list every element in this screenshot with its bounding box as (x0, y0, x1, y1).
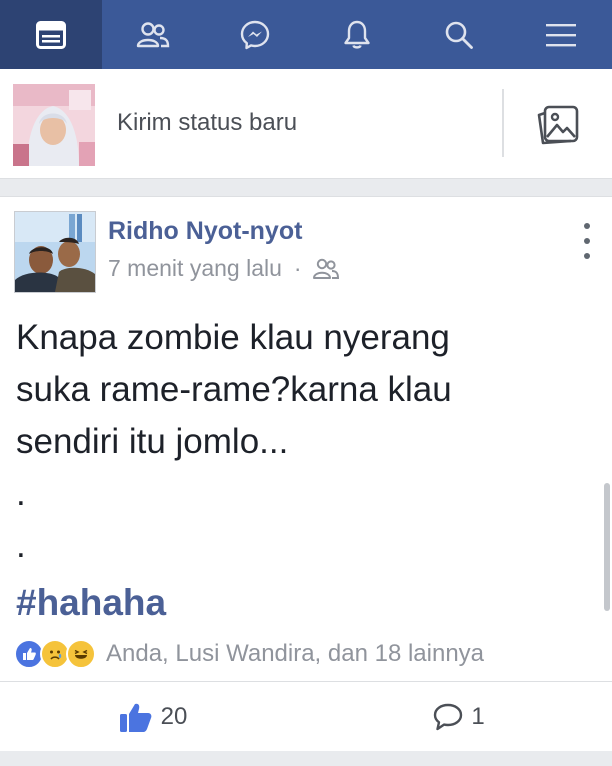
more-dot (584, 238, 590, 244)
more-dot (584, 223, 590, 229)
user-avatar[interactable] (13, 84, 95, 166)
photo-button[interactable] (533, 102, 583, 148)
search-icon (445, 21, 473, 49)
like-button[interactable]: 20 (0, 691, 306, 743)
author-avatar[interactable] (14, 211, 96, 293)
post-text-line: sendiri itu jomlo... (16, 422, 289, 461)
author-name[interactable]: Ridho Nyot-nyot (108, 217, 302, 246)
like-count: 20 (160, 703, 188, 730)
reaction-summary-text: Anda, Lusi Wandira, dan 18 lainnya (106, 640, 485, 667)
action-divider (0, 681, 612, 682)
post-text-dot: . (16, 526, 26, 565)
tab-news-feed[interactable] (0, 0, 102, 69)
post-text-line: Knapa zombie klau nyerang (16, 318, 450, 357)
post-timestamp[interactable]: 7 menit yang lalu (108, 255, 282, 282)
tab-friend-requests[interactable] (102, 0, 204, 69)
post-text: Knapa zombie klau nyerang suka rame-rame… (16, 312, 576, 572)
status-input[interactable]: Kirim status baru (117, 109, 297, 137)
menu-icon (546, 23, 576, 46)
tab-notifications[interactable] (306, 0, 408, 69)
comment-icon (434, 703, 463, 731)
composer-divider (502, 89, 504, 157)
friends-icon (312, 258, 339, 279)
tab-menu[interactable] (510, 0, 612, 69)
reaction-summary[interactable]: Anda, Lusi Wandira, dan 18 lainnya (14, 639, 484, 669)
news-feed-icon (36, 20, 66, 49)
more-options-button[interactable] (578, 223, 596, 259)
post-text-line: suka rame-rame?karna klau (16, 370, 452, 409)
top-navigation-bar (0, 0, 612, 69)
post-meta: 7 menit yang lalu · (108, 255, 340, 282)
friends-icon (136, 21, 170, 47)
messenger-icon (240, 20, 270, 49)
photo-icon (537, 105, 579, 145)
scrollbar[interactable] (604, 483, 610, 611)
post-card: Ridho Nyot-nyot 7 menit yang lalu · Knap… (0, 196, 612, 751)
post-text-dot: . (16, 474, 26, 513)
like-icon (119, 703, 152, 732)
haha-reaction-icon (66, 639, 96, 669)
tab-search[interactable] (408, 0, 510, 69)
status-composer: Kirim status baru (0, 69, 612, 179)
meta-separator: · (293, 255, 302, 281)
hashtag-link[interactable]: #hahaha (16, 582, 166, 624)
comment-button[interactable]: 1 (306, 691, 612, 743)
comment-count: 1 (471, 703, 485, 730)
tab-messages[interactable] (204, 0, 306, 69)
bell-icon (344, 20, 370, 49)
more-dot (584, 253, 590, 259)
